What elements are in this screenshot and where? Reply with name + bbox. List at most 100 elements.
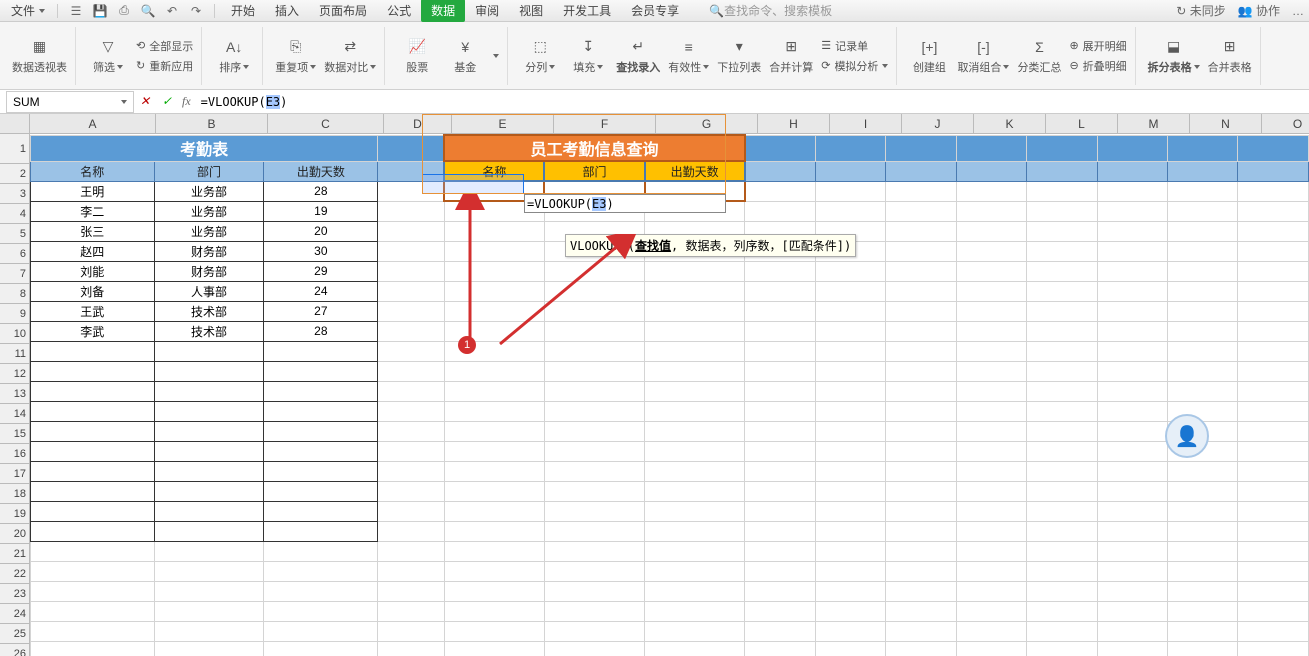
- cell[interactable]: [1097, 481, 1167, 501]
- cell[interactable]: [444, 621, 544, 641]
- cell[interactable]: [1097, 281, 1167, 301]
- cell[interactable]: 财务部: [154, 241, 264, 261]
- cell[interactable]: [154, 641, 264, 656]
- cell[interactable]: [1027, 261, 1097, 281]
- cell[interactable]: [444, 561, 544, 581]
- cell[interactable]: [815, 601, 885, 621]
- cell[interactable]: [956, 641, 1026, 656]
- cell[interactable]: [544, 601, 644, 621]
- cell[interactable]: [154, 441, 264, 461]
- cell[interactable]: [1167, 641, 1237, 656]
- cell[interactable]: [1097, 561, 1167, 581]
- cell[interactable]: [1097, 241, 1167, 261]
- tab-3[interactable]: 公式: [377, 0, 421, 22]
- cell[interactable]: [645, 281, 745, 301]
- cell[interactable]: [745, 421, 815, 441]
- cell[interactable]: [444, 441, 544, 461]
- cell[interactable]: [645, 561, 745, 581]
- cell[interactable]: [378, 561, 445, 581]
- cell[interactable]: [745, 135, 815, 161]
- cell[interactable]: [956, 601, 1026, 621]
- cell[interactable]: [956, 221, 1026, 241]
- cell[interactable]: [444, 401, 544, 421]
- cell[interactable]: [1238, 381, 1309, 401]
- col-header[interactable]: D: [384, 114, 452, 134]
- row-header[interactable]: 22: [0, 564, 30, 584]
- ungroup-button[interactable]: [-]取消组合: [957, 37, 1009, 75]
- cell[interactable]: [378, 261, 445, 281]
- cell[interactable]: [1027, 481, 1097, 501]
- cell[interactable]: [544, 461, 644, 481]
- stock-button[interactable]: 📈股票: [397, 37, 437, 75]
- col-header[interactable]: L: [1046, 114, 1118, 134]
- cell[interactable]: [31, 481, 155, 501]
- cell[interactable]: 出勤天数: [645, 161, 745, 181]
- cell[interactable]: [886, 641, 956, 656]
- cell[interactable]: [745, 381, 815, 401]
- merge-table-button[interactable]: ⊞合并表格: [1208, 37, 1252, 75]
- cell[interactable]: [645, 521, 745, 541]
- cell[interactable]: [544, 341, 644, 361]
- cell[interactable]: [1027, 281, 1097, 301]
- cell[interactable]: [154, 561, 264, 581]
- cell[interactable]: [956, 521, 1026, 541]
- cell[interactable]: [815, 481, 885, 501]
- cell[interactable]: [1097, 181, 1167, 201]
- cell[interactable]: 李武: [31, 321, 155, 341]
- qat-redo-icon[interactable]: ↷: [188, 3, 204, 19]
- cell[interactable]: [886, 181, 956, 201]
- cell[interactable]: [815, 541, 885, 561]
- cell[interactable]: [645, 381, 745, 401]
- cell[interactable]: [1027, 501, 1097, 521]
- cell[interactable]: [886, 221, 956, 241]
- cell[interactable]: [378, 441, 445, 461]
- cell[interactable]: [378, 461, 445, 481]
- cell[interactable]: [745, 481, 815, 501]
- cell[interactable]: [815, 281, 885, 301]
- cell[interactable]: [1027, 341, 1097, 361]
- cell[interactable]: [264, 541, 378, 561]
- cell[interactable]: [1097, 221, 1167, 241]
- cell[interactable]: [1027, 241, 1097, 261]
- tab-7[interactable]: 开发工具: [553, 0, 621, 22]
- cell[interactable]: [886, 361, 956, 381]
- cell[interactable]: [378, 381, 445, 401]
- cell[interactable]: [815, 501, 885, 521]
- cell[interactable]: [956, 161, 1026, 181]
- cell[interactable]: [154, 541, 264, 561]
- cell[interactable]: [1167, 381, 1237, 401]
- split-button[interactable]: ⬚分列: [520, 37, 560, 75]
- cell[interactable]: [886, 441, 956, 461]
- cell[interactable]: [444, 481, 544, 501]
- cell[interactable]: [378, 181, 445, 201]
- cell[interactable]: 技术部: [154, 321, 264, 341]
- cell[interactable]: [444, 241, 544, 261]
- cell[interactable]: [815, 321, 885, 341]
- cell[interactable]: [645, 541, 745, 561]
- cell[interactable]: [154, 501, 264, 521]
- cell[interactable]: [544, 481, 644, 501]
- cell[interactable]: 28: [264, 321, 378, 341]
- row-header[interactable]: 25: [0, 624, 30, 644]
- tab-0[interactable]: 开始: [221, 0, 265, 22]
- row-header[interactable]: 13: [0, 384, 30, 404]
- cell[interactable]: [31, 401, 155, 421]
- cell[interactable]: [745, 161, 815, 181]
- col-header[interactable]: A: [30, 114, 156, 134]
- cell[interactable]: [444, 461, 544, 481]
- row-header[interactable]: 21: [0, 544, 30, 564]
- cell[interactable]: [1167, 261, 1237, 281]
- col-header[interactable]: J: [902, 114, 974, 134]
- cell[interactable]: [378, 161, 445, 181]
- cell[interactable]: [378, 201, 445, 221]
- cell[interactable]: [1097, 461, 1167, 481]
- cell[interactable]: [745, 201, 815, 221]
- cell[interactable]: [544, 641, 644, 656]
- row-header[interactable]: 24: [0, 604, 30, 624]
- cell[interactable]: [745, 461, 815, 481]
- cell[interactable]: [1167, 341, 1237, 361]
- cell[interactable]: [956, 181, 1026, 201]
- cell[interactable]: [378, 401, 445, 421]
- cell[interactable]: [1238, 501, 1309, 521]
- cell[interactable]: [378, 301, 445, 321]
